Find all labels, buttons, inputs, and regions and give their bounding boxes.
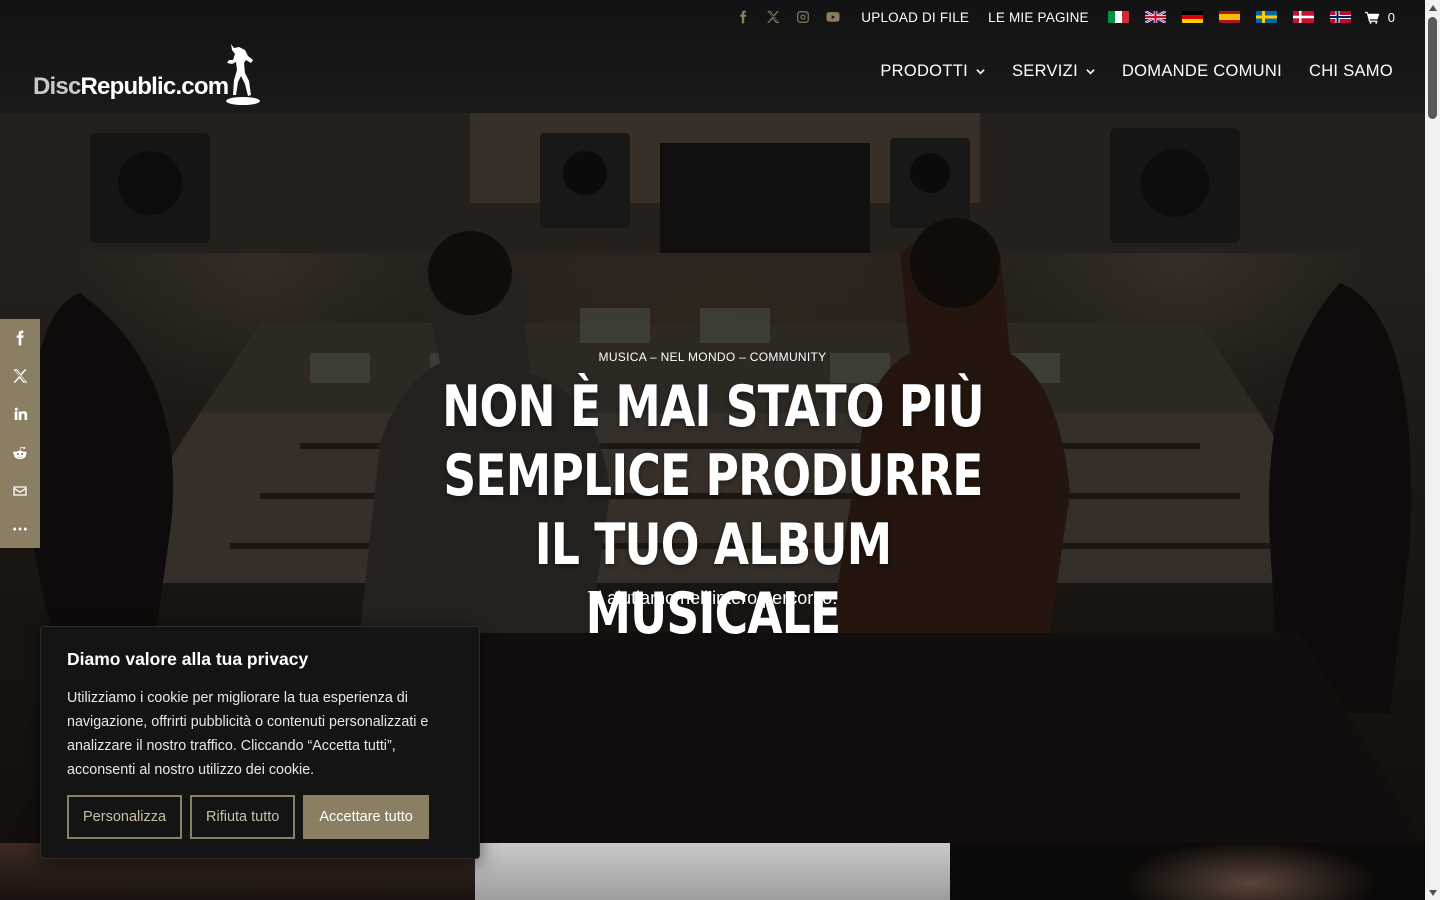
share-x-button[interactable] (0, 357, 40, 395)
flag-spanish-icon[interactable] (1218, 11, 1240, 23)
share-more-button[interactable] (0, 510, 40, 548)
accept-all-button[interactable]: Accettare tutto (303, 795, 429, 839)
site-logo[interactable]: DiscRepublic.com (33, 42, 265, 106)
language-flags (1107, 11, 1351, 23)
cookie-title: Diamo valore alla tua privacy (67, 649, 309, 669)
instagram-icon[interactable] (795, 9, 811, 25)
reddit-icon (13, 446, 27, 459)
customize-button[interactable]: Personalizza (67, 795, 183, 839)
email-icon (13, 486, 27, 496)
featured-image[interactable] (950, 843, 1425, 900)
cart-icon (1364, 11, 1380, 24)
flag-italian-icon[interactable] (1107, 11, 1129, 23)
page: UPLOAD DI FILE LE MIE PAGINE 0 DiscRepub… (0, 0, 1425, 900)
nav-about[interactable]: CHI SAMO (1309, 62, 1393, 81)
logo-text: DiscRepublic.com (33, 73, 229, 100)
flag-german-icon[interactable] (1181, 11, 1203, 23)
vertical-scrollbar[interactable] (1425, 0, 1440, 900)
cookie-buttons: Personalizza Rifiuta tutto Accettare tut… (67, 795, 429, 839)
cookie-consent-dialog: Diamo valore alla tua privacy Utilizziam… (40, 626, 480, 859)
share-email-button[interactable] (0, 472, 40, 510)
my-pages-link[interactable]: LE MIE PAGINE (988, 10, 1089, 25)
cookie-text: Utilizziamo i cookie per migliorare la t… (67, 690, 429, 778)
more-icon (13, 527, 27, 531)
featured-image[interactable] (475, 843, 950, 900)
chevron-down-icon (976, 69, 985, 75)
x-twitter-icon[interactable] (765, 9, 781, 25)
share-sidebar (0, 319, 40, 548)
cart-count: 0 (1387, 9, 1395, 25)
flag-swedish-icon[interactable] (1255, 11, 1277, 23)
scroll-up-arrow-icon[interactable] (1425, 0, 1440, 15)
main-navigation: PRODOTTI SERVIZI DOMANDE COMUNI CHI SAMO (880, 62, 1393, 81)
linkedin-icon (14, 408, 28, 421)
nav-products[interactable]: PRODOTTI (880, 62, 985, 81)
hero-tagline: Ti aiutiamo nell’intero percorso. (587, 588, 838, 608)
facebook-icon[interactable] (735, 9, 751, 25)
flag-norwegian-icon[interactable] (1329, 11, 1351, 23)
upload-files-link[interactable]: UPLOAD DI FILE (861, 10, 969, 25)
facebook-icon (16, 330, 24, 346)
flag-english-icon[interactable] (1144, 11, 1166, 23)
nav-faq[interactable]: DOMANDE COMUNI (1122, 62, 1282, 81)
scrollbar-thumb[interactable] (1428, 17, 1437, 119)
top-bar: UPLOAD DI FILE LE MIE PAGINE 0 (735, 8, 1395, 26)
flag-danish-icon[interactable] (1292, 11, 1314, 23)
cart-button[interactable]: 0 (1364, 9, 1395, 25)
scroll-down-arrow-icon[interactable] (1425, 885, 1440, 900)
x-twitter-icon (13, 369, 28, 383)
nav-services[interactable]: SERVIZI (1012, 62, 1095, 81)
youtube-icon[interactable] (825, 9, 841, 25)
chevron-down-icon (1086, 69, 1095, 75)
share-linkedin-button[interactable] (0, 395, 40, 433)
hero-subtitle: MUSICA – NEL MONDO – COMMUNITY (598, 350, 827, 364)
logo-figure-icon (226, 44, 260, 105)
social-links (735, 9, 841, 25)
share-reddit-button[interactable] (0, 434, 40, 472)
reject-all-button[interactable]: Rifiuta tutto (190, 795, 296, 839)
share-facebook-button[interactable] (0, 319, 40, 357)
site-header: UPLOAD DI FILE LE MIE PAGINE 0 DiscRepub… (0, 0, 1425, 113)
